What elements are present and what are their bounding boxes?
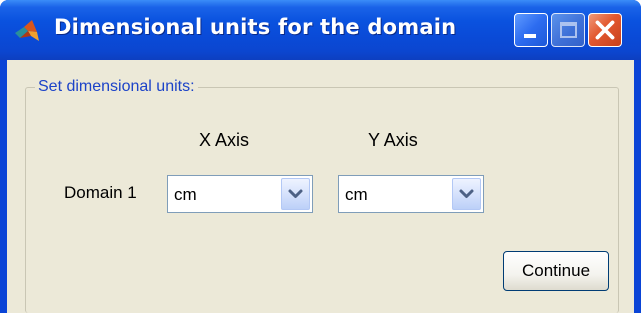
close-icon [595,20,615,40]
chevron-down-icon [459,189,474,198]
minimize-icon [524,34,536,38]
groupbox-label: Set dimensional units: [35,78,198,96]
y-unit-value: cm [345,185,368,204]
chevron-down-icon [288,189,303,198]
window-title: Dimensional units for the domain [54,15,457,39]
domain-label: Domain 1 [64,183,137,202]
close-button[interactable] [588,13,622,47]
continue-button[interactable]: Continue [503,251,609,291]
y-unit-dropdown[interactable]: cm [338,175,484,213]
x-unit-dropdown[interactable]: cm [167,175,313,213]
dialog-window: Dimensional units for the domain Set dim… [0,0,641,313]
maximize-icon [560,22,577,38]
y-unit-dropdown-button[interactable] [452,178,481,210]
maximize-button[interactable] [551,13,585,47]
x-unit-dropdown-button[interactable] [281,178,310,210]
x-axis-header: X Axis [199,130,250,150]
matlab-icon [15,20,39,41]
title-bar[interactable]: Dimensional units for the domain [0,0,641,60]
y-axis-header: Y Axis [368,130,418,150]
dialog-client-area: Set dimensional units: X Axis Y Axis Dom… [7,60,634,313]
minimize-button[interactable] [514,13,548,47]
x-unit-value: cm [174,185,197,204]
